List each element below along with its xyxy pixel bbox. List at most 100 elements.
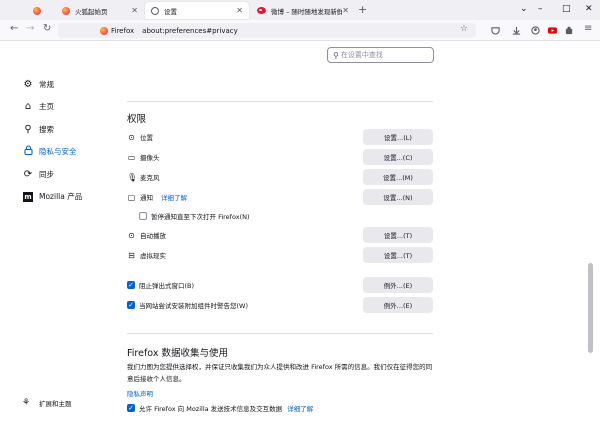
- tab-strip: 火狐起始页 ✕ 设置 ✕ 微博 – 随时随地发现新鲜事 ✕ + ⌄ – □ ✕: [0, 0, 600, 20]
- firefox-icon: [100, 26, 108, 35]
- pause-notifications-checkbox[interactable]: [139, 212, 147, 220]
- tab-title: 设置: [164, 7, 177, 16]
- search-icon: ⚲: [333, 50, 339, 60]
- permission-row-vr: ⊟ 虚拟现实 设置...(T): [127, 247, 433, 263]
- permissions-heading: 权限: [127, 114, 147, 125]
- allow-telemetry-checkbox[interactable]: ✓: [127, 404, 135, 412]
- category-sidebar: ⚙ 常规 ⌂ 主页 ⚲ 搜索 隐私与安全 ⟳ 同步 m Mozilla 产品: [22, 77, 82, 212]
- sidebar-item-mozilla[interactable]: m Mozilla 产品: [22, 190, 82, 204]
- location-settings-button[interactable]: 设置...(L): [363, 129, 433, 145]
- tab-title: 火狐起始页: [75, 7, 108, 16]
- popup-exceptions-button[interactable]: 例外...(E): [363, 277, 433, 293]
- firefox-icon: [33, 6, 41, 15]
- microphone-settings-button[interactable]: 设置...(M): [363, 169, 433, 185]
- warn-addons-checkbox[interactable]: ✓: [127, 301, 135, 309]
- forward-button[interactable]: →: [26, 23, 34, 34]
- tab-close-icon[interactable]: ✕: [342, 6, 349, 15]
- notification-icon: ▢: [127, 192, 136, 202]
- tab-title: 微博 – 随时随地发现新鲜事: [271, 7, 343, 16]
- permission-label: 虚拟现实: [140, 252, 166, 260]
- block-popups-label[interactable]: 阻止弹出式窗口(B): [139, 280, 194, 290]
- sidebar-item-addons[interactable]: ⚘ 扩展和主题: [22, 398, 72, 408]
- vr-settings-button[interactable]: 设置...(T): [363, 247, 433, 263]
- block-popups-checkbox[interactable]: ✓: [127, 281, 135, 289]
- sidebar-footer-label: 扩展和主题: [39, 400, 72, 408]
- maximize-button[interactable]: □: [562, 4, 571, 14]
- sidebar-item-sync[interactable]: ⟳ 同步: [22, 167, 82, 181]
- pause-notifications-label[interactable]: 暂停通知直至下次打开 Firefox(N): [151, 211, 250, 221]
- weibo-icon: [257, 7, 266, 14]
- permission-label: 位置: [140, 134, 153, 142]
- permission-label: 通知: [140, 194, 153, 202]
- data-collection-heading: Firefox 数据收集与使用: [127, 348, 228, 359]
- autoplay-icon: ⊙: [128, 230, 135, 240]
- sidebar-item-label: 搜索: [39, 124, 54, 134]
- close-window-button[interactable]: ✕: [585, 4, 593, 14]
- data-collection-description: 我们力图为您提供选择权，并保证只收集我们为众人提供和改进 Firefox 所需的…: [127, 363, 433, 383]
- gear-icon: [151, 6, 159, 15]
- identity-label: Firefox: [111, 26, 135, 35]
- search-icon: ⚲: [24, 123, 32, 135]
- allow-telemetry-row: ✓ 允许 Firefox 向 Mozilla 发送技术信息及交互数据 详细了解: [127, 400, 433, 416]
- location-icon: ⊙: [128, 132, 135, 142]
- downloads-icon[interactable]: [512, 26, 521, 35]
- identity-box[interactable]: Firefox: [100, 26, 135, 35]
- minimize-button[interactable]: –: [538, 4, 543, 14]
- permission-row-notification: ▢ 通知 详细了解 设置...(N): [127, 189, 433, 205]
- bookmark-star-icon[interactable]: ☆: [460, 24, 468, 34]
- address-bar[interactable]: Firefox about:preferences#privacy ☆: [58, 23, 476, 38]
- tab-firefox-home[interactable]: 火狐起始页 ✕: [54, 2, 144, 19]
- sidebar-item-home[interactable]: ⌂ 主页: [22, 100, 82, 114]
- warn-addons-label[interactable]: 当网站尝试安装附加组件时警告您(W): [139, 300, 248, 310]
- sidebar-item-label: 隐私与安全: [39, 147, 77, 156]
- warn-addons-row: ✓ 当网站尝试安装附加组件时警告您(W) 例外...(E): [127, 297, 433, 313]
- mozilla-icon: m: [23, 192, 33, 202]
- notification-learn-more-link[interactable]: 详细了解: [161, 192, 187, 202]
- permission-row-camera: ▭ 摄像头 设置...(C): [127, 149, 433, 165]
- navigation-toolbar: ← → ↻ Firefox about:preferences#privacy …: [0, 20, 600, 41]
- url-text[interactable]: about:preferences#privacy: [142, 27, 238, 35]
- pause-notifications-row: 暂停通知直至下次打开 Firefox(N): [139, 208, 339, 224]
- tab-weibo[interactable]: 微博 – 随时随地发现新鲜事 ✕: [251, 2, 355, 19]
- home-icon: ⌂: [24, 101, 32, 112]
- notification-settings-button[interactable]: 设置...(N): [363, 189, 433, 205]
- menu-button[interactable]: ≡: [584, 23, 592, 34]
- permission-label: 自动播放: [140, 232, 166, 240]
- tab-settings[interactable]: 设置 ✕: [145, 2, 249, 19]
- sync-icon: ⟳: [23, 168, 33, 180]
- back-button[interactable]: ←: [10, 23, 18, 34]
- section-divider: [127, 333, 433, 334]
- scrollbar[interactable]: [586, 41, 594, 423]
- youtube-extension-icon[interactable]: [548, 26, 557, 35]
- camera-icon: ▭: [127, 152, 136, 162]
- camera-settings-button[interactable]: 设置...(C): [363, 149, 433, 165]
- permission-label: 麦克风: [140, 174, 160, 182]
- account-icon[interactable]: [531, 26, 540, 35]
- pocket-icon[interactable]: [491, 26, 500, 35]
- allow-telemetry-label[interactable]: 允许 Firefox 向 Mozilla 发送技术信息及交互数据: [139, 403, 282, 413]
- preferences-page: ⚲ 在设置中查找 ⚙ 常规 ⌂ 主页 ⚲ 搜索 隐私与安全 ⟳ 同步 m Mozilla …: [0, 41, 600, 423]
- lock-icon: [22, 145, 34, 158]
- new-tab-button[interactable]: +: [358, 3, 367, 16]
- permission-label: 摄像头: [140, 154, 160, 162]
- extensions-icon[interactable]: [565, 26, 574, 35]
- tab-close-icon[interactable]: ✕: [236, 6, 243, 15]
- telemetry-learn-more-link[interactable]: 详细了解: [287, 403, 313, 413]
- scrollbar-thumb[interactable]: [588, 263, 593, 353]
- gear-icon: ⚙: [23, 78, 33, 90]
- permission-row-autoplay: ⊙ 自动播放 设置...(T): [127, 227, 433, 243]
- block-popups-row: ✓ 阻止弹出式窗口(B) 例外...(E): [127, 277, 433, 293]
- settings-search-input[interactable]: ⚲ 在设置中查找: [327, 47, 434, 63]
- sidebar-item-search[interactable]: ⚲ 搜索: [22, 122, 82, 136]
- permission-row-microphone: 🎙 麦克风 设置...(M): [127, 169, 433, 185]
- sidebar-item-privacy[interactable]: 隐私与安全: [22, 145, 82, 159]
- autoplay-settings-button[interactable]: 设置...(T): [363, 227, 433, 243]
- sidebar-item-general[interactable]: ⚙ 常规: [22, 77, 82, 91]
- vr-icon: ⊟: [128, 250, 135, 260]
- reload-button[interactable]: ↻: [43, 23, 51, 34]
- tab-list-button[interactable]: ⌄: [520, 4, 528, 14]
- privacy-notice-link[interactable]: 隐私声明: [127, 388, 153, 398]
- tab-pinned[interactable]: [26, 2, 52, 19]
- addon-exceptions-button[interactable]: 例外...(E): [363, 297, 433, 313]
- tab-close-icon[interactable]: ✕: [131, 6, 138, 15]
